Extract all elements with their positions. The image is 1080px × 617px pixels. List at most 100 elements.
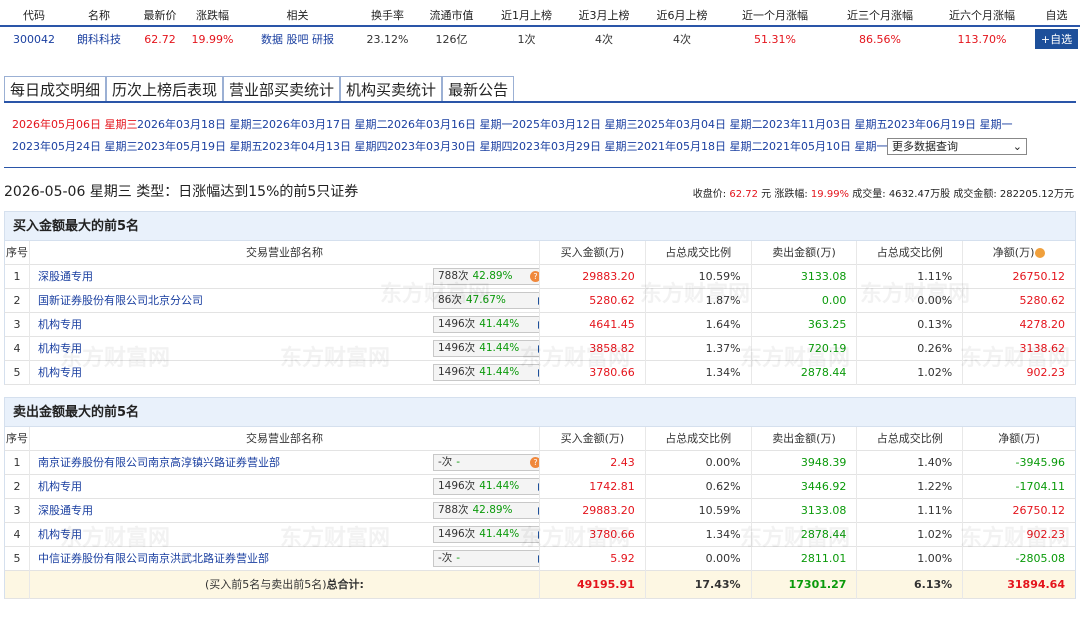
date-link[interactable]: 2026年03月16日 星期一 [387, 116, 513, 132]
tab-daily-detail[interactable]: 每日成交明细 [4, 76, 107, 102]
branch-stat-box[interactable]: 1496次 41.44% [432, 477, 539, 495]
total-label-b: 总合计: [326, 577, 364, 591]
date-link[interactable]: 2026年03月18日 星期三 [137, 116, 263, 132]
tab-institution-stats[interactable]: 机构买卖统计 [340, 76, 443, 102]
related-data-link[interactable]: 数据 [261, 33, 283, 46]
branch-stat-box[interactable]: 1496次 41.44% [432, 363, 539, 381]
date-link[interactable]: 2023年06月19日 星期一 [887, 116, 1013, 132]
branch-stat-box[interactable]: 1496次 41.44% [432, 315, 539, 333]
date-link-current[interactable]: 2026年05月06日 星期三 [12, 116, 138, 132]
date-link[interactable]: 2023年11月03日 星期五 [762, 116, 888, 132]
date-link[interactable]: 2023年03月29日 星期三 [512, 138, 638, 154]
branch-name-link[interactable]: 机构专用 [38, 528, 82, 541]
branch-stat-box[interactable]: 788次 42.89% [432, 267, 539, 285]
tab-history-performance[interactable]: 历次上榜后表现 [106, 76, 224, 102]
quote-col-header: 涨跌幅 [196, 9, 229, 22]
col-header: 占总成交比例 [646, 240, 752, 265]
more-data-select[interactable]: 更多数据查询 ⌄ [887, 137, 1027, 155]
related-report-link[interactable]: 研报 [312, 33, 334, 46]
branch-stat-box[interactable]: -次 - [432, 453, 539, 471]
expand-arrow-icon[interactable] [537, 368, 539, 377]
win-rate: 41.44% [479, 317, 520, 330]
date-link[interactable]: 2023年05月19日 星期五 [137, 138, 263, 154]
sell-ratio: 1.00% [857, 546, 964, 571]
expand-arrow-icon[interactable] [537, 320, 539, 329]
branch-stat-box[interactable]: -次 - [432, 549, 539, 567]
sell-amount: 2878.44 [752, 522, 858, 547]
total-row: (买入前5名与卖出前5名)总合计: 49195.91 17.43% 17301.… [4, 570, 1076, 599]
date-link[interactable]: 2025年03月04日 星期二 [637, 116, 763, 132]
expand-arrow-icon[interactable] [537, 296, 539, 305]
branch-stat-box[interactable]: 788次 42.89% [432, 501, 539, 519]
sell-amount: 2811.01 [752, 546, 858, 571]
branch-stat-box[interactable]: 1496次 41.44% [432, 525, 539, 543]
tab-latest-announcement[interactable]: 最新公告 [442, 76, 515, 102]
col-header: 序号 [5, 240, 30, 265]
buy-ratio: 0.62% [646, 474, 752, 499]
win-rate: - [456, 551, 461, 564]
branch-name-link[interactable]: 机构专用 [38, 318, 82, 331]
branch-name-link[interactable]: 国新证券股份有限公司北京分公司 [38, 294, 203, 307]
date-link[interactable]: 2026年03月17日 星期二 [262, 116, 388, 132]
sell-amount: 720.19 [752, 336, 858, 361]
buy-ratio: 1.34% [646, 522, 752, 547]
stock-code-link[interactable]: 300042 [0, 33, 68, 46]
change-label: 涨跌幅: [774, 189, 808, 200]
sell-ratio: 0.00% [857, 288, 964, 313]
buy-amount: 4641.45 [540, 312, 646, 337]
date-link[interactable]: 2023年04月13日 星期四 [262, 138, 388, 154]
sell-amount: 2878.44 [752, 360, 858, 385]
win-rate: 41.44% [479, 341, 520, 354]
add-watchlist-button[interactable]: +自选 [1034, 29, 1079, 49]
branch-name-link[interactable]: 机构专用 [38, 480, 82, 493]
info-dot-icon[interactable]: ? [529, 270, 539, 282]
related-guba-link[interactable]: 股吧 [287, 33, 309, 46]
tab-bar: 每日成交明细 历次上榜后表现 营业部买卖统计 机构买卖统计 最新公告 [4, 76, 515, 102]
branch-name-link[interactable]: 深股通专用 [38, 504, 93, 517]
tab-branch-stats[interactable]: 营业部买卖统计 [223, 76, 341, 102]
volume-value: 4632.47万股 [888, 189, 951, 200]
total-net: 31894.64 [1007, 577, 1065, 591]
info-dot-icon[interactable]: ? [529, 456, 539, 468]
expand-arrow-icon[interactable] [537, 554, 539, 563]
branch-stat-box[interactable]: 1496次 41.44% [432, 339, 539, 357]
help-icon[interactable] [1035, 247, 1046, 258]
branch-cell: 机构专用 1496次 41.44% [30, 522, 540, 547]
date-link[interactable]: 2023年05月24日 星期三 [12, 138, 138, 154]
total-sell-pct: 6.13% [857, 570, 964, 599]
branch-name-link[interactable]: 机构专用 [38, 366, 82, 379]
branch-stat-box[interactable]: 86次 47.67% [432, 291, 539, 309]
table-row: 4 机构专用 1496次 41.44% 3858.82 1.37% 720.19 0.26% 3… [4, 336, 1076, 361]
table-row: 3 深股通专用 788次 42.89% 29883.20 10.59% 3133.08 1.1… [4, 498, 1076, 523]
buy-amount: 3780.66 [540, 360, 646, 385]
net-amount: 26750.12 [1012, 269, 1066, 283]
page-title: 2026-05-06 星期三 类型：日涨幅达到15%的前5只证券 [4, 184, 359, 200]
total-label: (买入前5名与卖出前5名)总合计: [30, 570, 540, 599]
stock-name-link[interactable]: 朗科科技 [68, 31, 130, 47]
listing-count: -次 [437, 551, 453, 564]
sell-header-row: 序号 交易营业部名称 买入金额(万) 占总成交比例 卖出金额(万) 占总成交比例… [4, 426, 1076, 451]
chevron-down-icon: ⌄ [1012, 139, 1022, 153]
expand-arrow-icon[interactable] [537, 482, 539, 491]
branch-name-link[interactable]: 机构专用 [38, 342, 82, 355]
date-link[interactable]: 2023年03月30日 星期四 [387, 138, 513, 154]
table-row: 3 机构专用 1496次 41.44% 4641.45 1.64% 363.25 0.13% 4… [4, 312, 1076, 337]
date-link[interactable]: 2025年03月12日 星期三 [512, 116, 638, 132]
expand-arrow-icon[interactable] [537, 344, 539, 353]
branch-cell: 深股通专用 788次 42.89% [30, 498, 540, 523]
market-cap: 126亿 [435, 33, 468, 46]
listing-count: 1496次 [437, 365, 476, 378]
expand-arrow-icon[interactable] [537, 530, 539, 539]
date-link[interactable]: 2021年05月18日 星期二 [637, 138, 763, 154]
buy-ratio: 0.00% [646, 450, 752, 475]
sell-ratio: 1.11% [857, 498, 964, 523]
date-link[interactable]: 2021年05月10日 星期一 [762, 138, 888, 154]
branch-name-link[interactable]: 南京证券股份有限公司南京高淳镇兴路证券营业部 [38, 456, 280, 469]
branch-cell: 国新证券股份有限公司北京分公司 86次 47.67% [30, 288, 540, 313]
quote-col-header: 近一个月涨幅 [742, 9, 808, 22]
branch-name-link[interactable]: 深股通专用 [38, 270, 93, 283]
branch-name-link[interactable]: 中信证券股份有限公司南京洪武北路证券营业部 [38, 552, 269, 565]
expand-arrow-icon[interactable] [537, 506, 539, 515]
listing-count: 1496次 [437, 341, 476, 354]
branch-cell: 南京证券股份有限公司南京高淳镇兴路证券营业部 -次 -? [30, 450, 540, 475]
